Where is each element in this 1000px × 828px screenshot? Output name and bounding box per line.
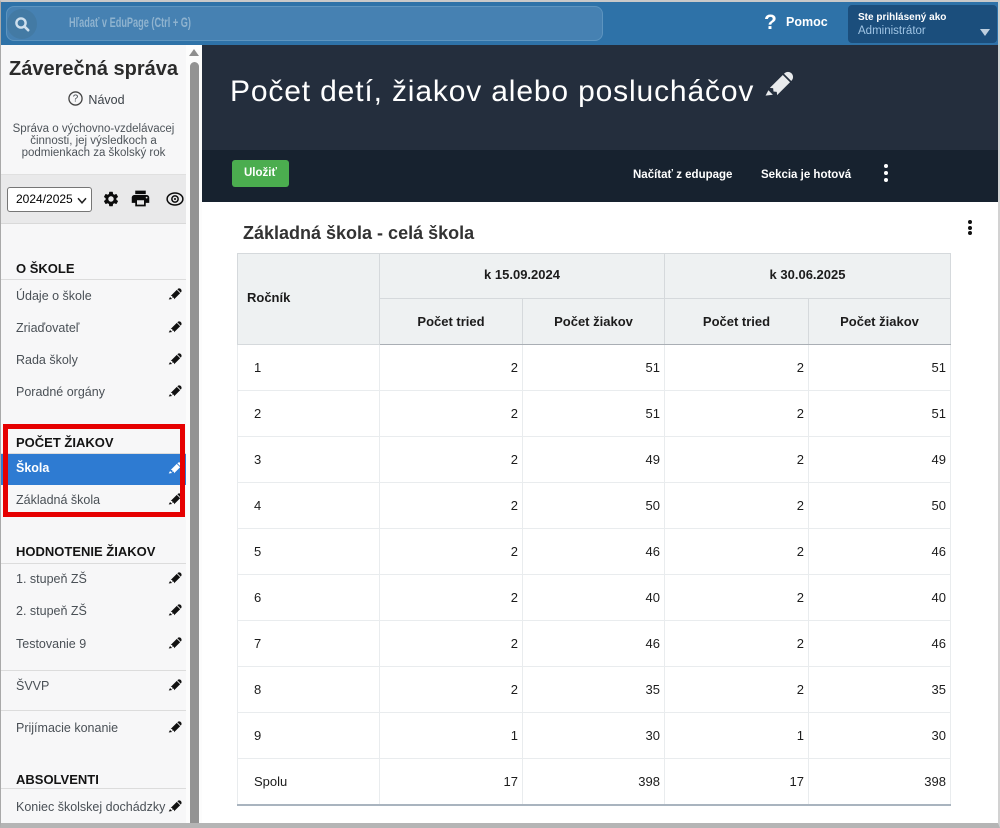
svg-text:?: ? bbox=[73, 94, 79, 105]
